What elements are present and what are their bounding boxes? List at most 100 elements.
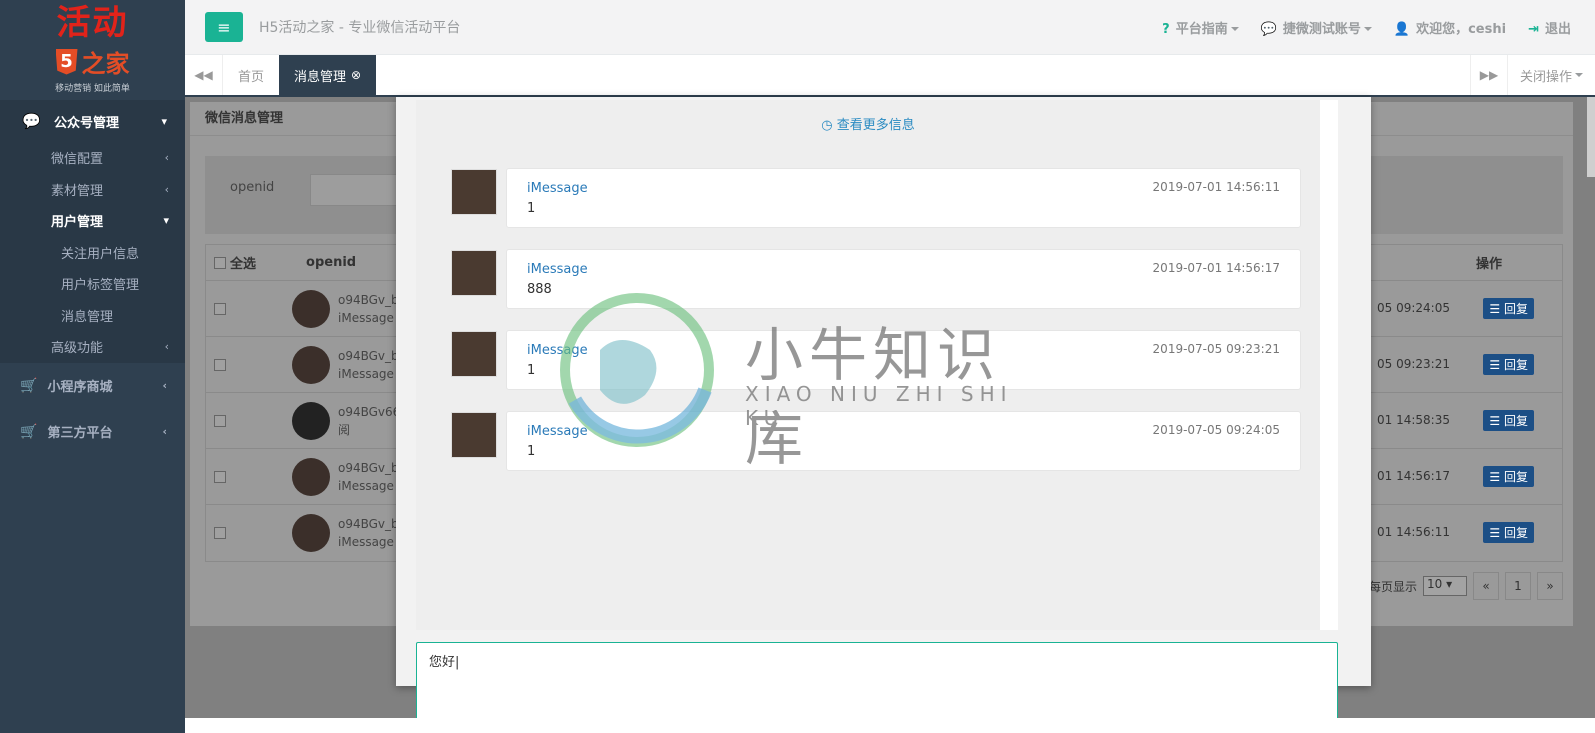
reply-button[interactable]: ☰ 回复: [1483, 522, 1534, 543]
tab-home[interactable]: 首页: [223, 55, 279, 95]
sidebar-item-third-party[interactable]: 🛒 第三方平台 ‹: [0, 409, 185, 455]
guide-label: 平台指南: [1175, 21, 1228, 37]
page-1-button[interactable]: 1: [1505, 572, 1531, 600]
account-dropdown[interactable]: 💬 捷微测试账号: [1261, 18, 1372, 37]
sidebar-item-label: 素材管理: [51, 183, 104, 199]
reply-button[interactable]: ☰ 回复: [1483, 354, 1534, 375]
sidebar-third-menu: 关注用户信息 用户标签管理 消息管理: [0, 237, 185, 332]
sidebar-item-wechat-account[interactable]: 💬 公众号管理 ▾: [0, 100, 185, 142]
bottom-strip: [185, 718, 1595, 733]
search-label: openid: [230, 180, 275, 195]
reply-button[interactable]: ☰ 回复: [1483, 410, 1534, 431]
row-checkbox[interactable]: [214, 471, 226, 483]
message-time: 2019-07-01 14:56:11: [1152, 180, 1280, 194]
tab-label: 消息管理: [294, 69, 347, 85]
row-sub: iMessage: [338, 367, 394, 381]
chevron-down-icon: ▾: [163, 214, 169, 228]
sidebar-item-user-management[interactable]: 用户管理 ▾: [0, 205, 185, 237]
row-checkbox[interactable]: [214, 527, 226, 539]
sign-out-icon: ⇥: [1528, 21, 1539, 37]
site-title: H5活动之家 - 专业微信活动平台: [259, 20, 461, 36]
message-sender: iMessage: [527, 343, 588, 358]
row-checkbox[interactable]: [214, 359, 226, 371]
clock-icon: ◷: [821, 118, 833, 133]
row-openid: o94BGv_b: [338, 349, 399, 363]
reply-label: 回复: [1503, 526, 1528, 540]
chat-message: iMessage 888 2019-07-01 14:56:17: [451, 249, 1301, 309]
chevron-left-icon: ‹: [164, 340, 169, 354]
reply-button[interactable]: ☰ 回复: [1483, 466, 1534, 487]
reply-label: 回复: [1503, 470, 1528, 484]
avatar: [451, 412, 497, 458]
logo-slogan: 移动营销 如此简单: [55, 84, 130, 94]
row-openid: o94BGv_b: [338, 461, 399, 475]
col-ops: 操作: [1475, 257, 1502, 272]
row-time: 01 14:58:35: [1377, 413, 1450, 427]
tab-scroll-left-button[interactable]: ◀◀: [185, 55, 223, 95]
message-text: 1: [527, 363, 536, 378]
menu-toggle-button[interactable]: ≡: [205, 12, 243, 42]
reply-label: 回复: [1503, 358, 1528, 372]
row-checkbox[interactable]: [214, 303, 226, 315]
sidebar-item-label: 微信配置: [51, 152, 104, 168]
row-sub: 阅: [338, 423, 351, 437]
select-all-checkbox[interactable]: [214, 256, 226, 269]
close-icon[interactable]: ⊗: [351, 68, 361, 82]
per-page-select[interactable]: 10 ▾: [1423, 576, 1467, 596]
chevron-left-icon: ‹: [162, 379, 167, 392]
message-sender: iMessage: [527, 181, 588, 196]
avatar: [292, 458, 330, 496]
col-select-all: 全选: [230, 257, 257, 272]
avatar: [292, 346, 330, 384]
row-checkbox[interactable]: [214, 415, 226, 427]
sidebar-item-messages[interactable]: 消息管理: [0, 300, 185, 332]
logo[interactable]: 活动 5 之家 移动营销 如此简单: [0, 0, 185, 100]
caret-down-icon: [1575, 73, 1583, 77]
tab-scroll-right-button[interactable]: ▶▶: [1469, 55, 1508, 95]
openid-search-input[interactable]: [310, 174, 400, 206]
row-sub: iMessage: [338, 535, 394, 549]
sidebar-submenu: 微信配置 ‹ 素材管理 ‹ 用户管理 ▾ 关注用户信息 用户标签管理 消息管理 …: [0, 142, 185, 363]
wechat-icon: 💬: [1260, 21, 1277, 37]
message-sender: iMessage: [527, 262, 588, 277]
sidebar-item-advanced[interactable]: 高级功能 ‹: [0, 331, 185, 363]
sidebar-item-label: 第三方平台: [47, 426, 113, 441]
message-text: 1: [527, 201, 536, 216]
next-page-button[interactable]: »: [1537, 572, 1563, 600]
logout-link[interactable]: ⇥ 退出: [1528, 18, 1571, 37]
chat-history: ◷ 查看更多信息 iMessage 1 2019-07-01 14:56:11 …: [416, 100, 1338, 630]
avatar: [451, 331, 497, 377]
backward-icon: ◀◀: [194, 68, 213, 82]
message-bubble: iMessage 888 2019-07-01 14:56:17: [506, 249, 1301, 309]
platform-guide-dropdown[interactable]: ? 平台指南: [1162, 18, 1239, 37]
sidebar-item-follower-info[interactable]: 关注用户信息: [0, 237, 185, 269]
logo-main-text: 活动: [56, 3, 129, 43]
sidebar-item-wechat-config[interactable]: 微信配置 ‹: [0, 142, 185, 174]
sidebar-item-mini-mall[interactable]: 🛒 小程序商城 ‹: [0, 363, 185, 409]
avatar: [292, 402, 330, 440]
chat-modal: ◷ 查看更多信息 iMessage 1 2019-07-01 14:56:11 …: [396, 97, 1371, 731]
prev-page-button[interactable]: «: [1473, 572, 1499, 600]
message-sender: iMessage: [527, 424, 588, 439]
scrollbar[interactable]: [1587, 97, 1595, 177]
close-operations-dropdown[interactable]: 关闭操作: [1508, 55, 1595, 95]
sidebar-item-user-tags[interactable]: 用户标签管理: [0, 268, 185, 300]
close-ops-label: 关闭操作: [1519, 69, 1572, 85]
user-icon: 👤: [1393, 21, 1411, 37]
wechat-icon: 💬: [22, 112, 41, 130]
cart-icon: 🛒: [20, 423, 38, 440]
chevron-down-icon: ▾: [161, 114, 167, 128]
top-bar: ≡ H5活动之家 - 专业微信活动平台 ? 平台指南 💬 捷微测试账号 👤 欢迎您，c…: [185, 0, 1595, 55]
sidebar-item-label: 关注用户信息: [61, 246, 140, 262]
per-page-label: 每页显示: [1368, 579, 1417, 594]
chevron-left-icon: ‹: [164, 151, 169, 165]
sidebar-item-label: 公众号管理: [54, 115, 120, 131]
sidebar-item-materials[interactable]: 素材管理 ‹: [0, 174, 185, 206]
welcome-user[interactable]: 👤 欢迎您，ceshi: [1394, 18, 1506, 37]
tab-message-management[interactable]: 消息管理 ⊗: [279, 55, 377, 95]
pagination: 每页显示 10 ▾ « 1 »: [1369, 572, 1563, 600]
row-openid: o94BGv_b: [338, 517, 399, 531]
view-more-link[interactable]: ◷ 查看更多信息: [416, 114, 1320, 133]
reply-button[interactable]: ☰ 回复: [1483, 298, 1534, 319]
reply-text: 您好: [429, 655, 456, 670]
